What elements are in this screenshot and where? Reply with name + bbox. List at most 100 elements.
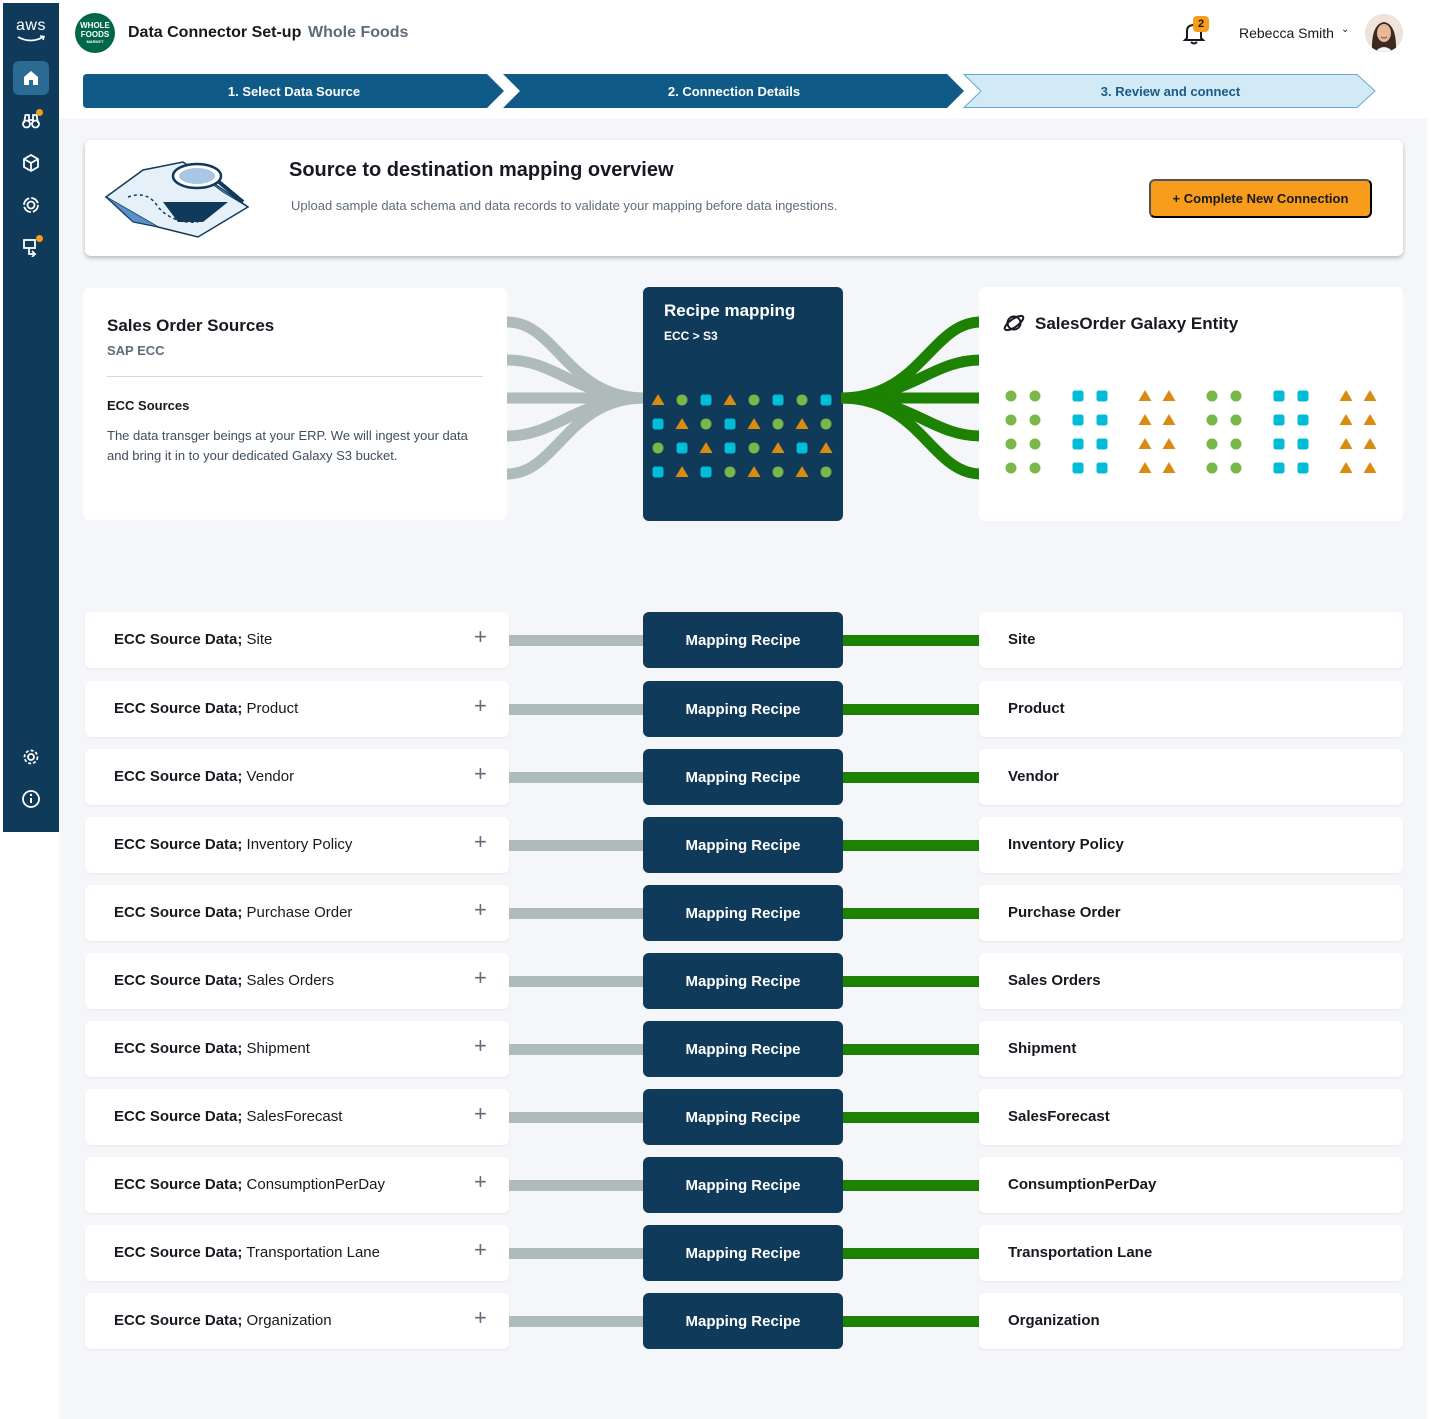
chevron-down-icon[interactable]: ⌄: [1341, 24, 1349, 35]
source-data-row[interactable]: ECC Source Data; Vendor +: [85, 749, 509, 805]
mapping-recipe-button[interactable]: Mapping Recipe: [643, 953, 843, 1009]
orange-triangle-shape: [1339, 390, 1353, 401]
expand-plus-icon[interactable]: +: [474, 1033, 487, 1059]
source-data-prefix: ECC Source Data;: [114, 768, 243, 785]
destination-entity-label: Shipment: [1008, 1040, 1077, 1057]
sidebar-item-explore[interactable]: [13, 104, 49, 138]
destination-entity-row[interactable]: Vendor: [979, 749, 1403, 805]
mapping-recipe-button[interactable]: Mapping Recipe: [643, 1021, 843, 1077]
source-connector-line: [509, 635, 643, 646]
expand-plus-icon[interactable]: +: [474, 1237, 487, 1263]
orange-triangle-shape: [771, 442, 785, 453]
sidebar-item-settings[interactable]: [13, 740, 49, 774]
expand-plus-icon[interactable]: +: [474, 897, 487, 923]
expand-plus-icon[interactable]: +: [474, 1169, 487, 1195]
expand-plus-icon[interactable]: +: [474, 1305, 487, 1331]
app-subtitle: Whole Foods: [308, 24, 409, 41]
destination-fan-connector: [841, 316, 981, 480]
step-select-data-source[interactable]: 1. Select Data Source: [83, 74, 505, 108]
mapping-recipe-button[interactable]: Mapping Recipe: [643, 612, 843, 668]
step-connection-details[interactable]: 2. Connection Details: [503, 74, 965, 108]
sidebar-item-packages[interactable]: [13, 146, 49, 180]
source-data-name: Organization: [246, 1312, 332, 1329]
orange-triangle-shape: [1363, 390, 1377, 401]
salesorder-galaxy-entity-card: SalesOrder Galaxy Entity: [979, 287, 1403, 521]
info-icon: [22, 790, 40, 808]
source-data-row[interactable]: ECC Source Data; SalesForecast +: [85, 1089, 509, 1145]
sidebar-item-targets[interactable]: [13, 188, 49, 222]
mapping-recipe-button[interactable]: Mapping Recipe: [643, 885, 843, 941]
cyan-square-shape: [1072, 414, 1084, 426]
mapping-recipe-button[interactable]: Mapping Recipe: [643, 1089, 843, 1145]
destination-entity-row[interactable]: Sales Orders: [979, 953, 1403, 1009]
destination-connector-line: [843, 772, 979, 783]
cyan-square-shape: [1273, 414, 1285, 426]
sidebar-badge-dot: [36, 109, 43, 116]
source-connector-line: [509, 772, 643, 783]
whole-foods-logo[interactable]: WHOLE FOODS MARKET: [75, 13, 115, 53]
destination-connector-line: [843, 1316, 979, 1327]
source-data-prefix: ECC Source Data;: [114, 1244, 243, 1261]
top-bar: WHOLE FOODS MARKET Data Connector Set-up…: [59, 0, 1427, 66]
destination-entity-row[interactable]: Shipment: [979, 1021, 1403, 1077]
step-label: 2. Connection Details: [667, 83, 801, 99]
user-name[interactable]: Rebecca Smith: [1239, 25, 1334, 41]
avatar[interactable]: [1365, 14, 1403, 52]
source-data-label: ECC Source Data; Shipment: [114, 1040, 310, 1057]
cyan-square-shape: [1273, 462, 1285, 474]
destination-connector-line: [843, 704, 979, 715]
expand-plus-icon[interactable]: +: [474, 693, 487, 719]
expand-plus-icon[interactable]: +: [474, 761, 487, 787]
source-data-prefix: ECC Source Data;: [114, 1108, 243, 1125]
green-dot-shape: [724, 466, 736, 478]
source-data-row[interactable]: ECC Source Data; Transportation Lane +: [85, 1225, 509, 1281]
source-data-row[interactable]: ECC Source Data; Sales Orders +: [85, 953, 509, 1009]
green-dot-shape: [1206, 414, 1218, 426]
expand-plus-icon[interactable]: +: [474, 829, 487, 855]
destination-entity-row[interactable]: Organization: [979, 1293, 1403, 1349]
source-data-row[interactable]: ECC Source Data; Inventory Policy +: [85, 817, 509, 873]
expand-plus-icon[interactable]: +: [474, 1101, 487, 1127]
source-data-row[interactable]: ECC Source Data; Shipment +: [85, 1021, 509, 1077]
destination-entity-row[interactable]: Inventory Policy: [979, 817, 1403, 873]
destination-entity-row[interactable]: Transportation Lane: [979, 1225, 1403, 1281]
cyan-square-shape: [652, 418, 664, 430]
mapping-recipe-button[interactable]: Mapping Recipe: [643, 749, 843, 805]
sidebar-item-info[interactable]: [13, 782, 49, 816]
expand-plus-icon[interactable]: +: [474, 624, 487, 650]
mapping-recipe-button[interactable]: Mapping Recipe: [643, 1157, 843, 1213]
orange-triangle-shape: [1363, 414, 1377, 425]
mapping-recipe-button[interactable]: Mapping Recipe: [643, 681, 843, 737]
orange-triangle-shape: [747, 466, 761, 477]
destination-entity-row[interactable]: Purchase Order: [979, 885, 1403, 941]
sidebar-item-connectors[interactable]: [13, 230, 49, 264]
destination-entity-label: Organization: [1008, 1312, 1100, 1329]
cyan-square-shape: [724, 418, 736, 430]
green-dot-shape: [1230, 390, 1242, 402]
destination-entity-row[interactable]: ConsumptionPerDay: [979, 1157, 1403, 1213]
mapping-recipe-button[interactable]: Mapping Recipe: [643, 1225, 843, 1281]
source-data-row[interactable]: ECC Source Data; Purchase Order +: [85, 885, 509, 941]
green-dot-shape: [1029, 414, 1041, 426]
source-data-row[interactable]: ECC Source Data; Product +: [85, 681, 509, 737]
destination-entity-row[interactable]: Product: [979, 681, 1403, 737]
sidebar-item-home[interactable]: [13, 61, 49, 95]
cyan-square-shape: [724, 442, 736, 454]
source-data-label: ECC Source Data; Product: [114, 700, 298, 717]
expand-plus-icon[interactable]: +: [474, 965, 487, 991]
orange-triangle-shape: [747, 418, 761, 429]
source-connector-line: [509, 976, 643, 987]
green-dot-shape: [652, 442, 664, 454]
step-review-and-connect[interactable]: 3. Review and connect: [963, 74, 1378, 108]
source-data-row[interactable]: ECC Source Data; ConsumptionPerDay +: [85, 1157, 509, 1213]
destination-entity-row[interactable]: Site: [979, 612, 1403, 668]
source-data-row[interactable]: ECC Source Data; Site +: [85, 612, 509, 668]
destination-entity-row[interactable]: SalesForecast: [979, 1089, 1403, 1145]
source-data-row[interactable]: ECC Source Data; Organization +: [85, 1293, 509, 1349]
mapping-recipe-button[interactable]: Mapping Recipe: [643, 1293, 843, 1349]
aws-logo[interactable]: aws: [12, 17, 50, 43]
mapping-recipe-button[interactable]: Mapping Recipe: [643, 817, 843, 873]
destination-entity-label: Purchase Order: [1008, 904, 1121, 921]
complete-new-connection-button[interactable]: + Complete New Connection: [1149, 179, 1372, 218]
cyan-square-shape: [796, 442, 808, 454]
